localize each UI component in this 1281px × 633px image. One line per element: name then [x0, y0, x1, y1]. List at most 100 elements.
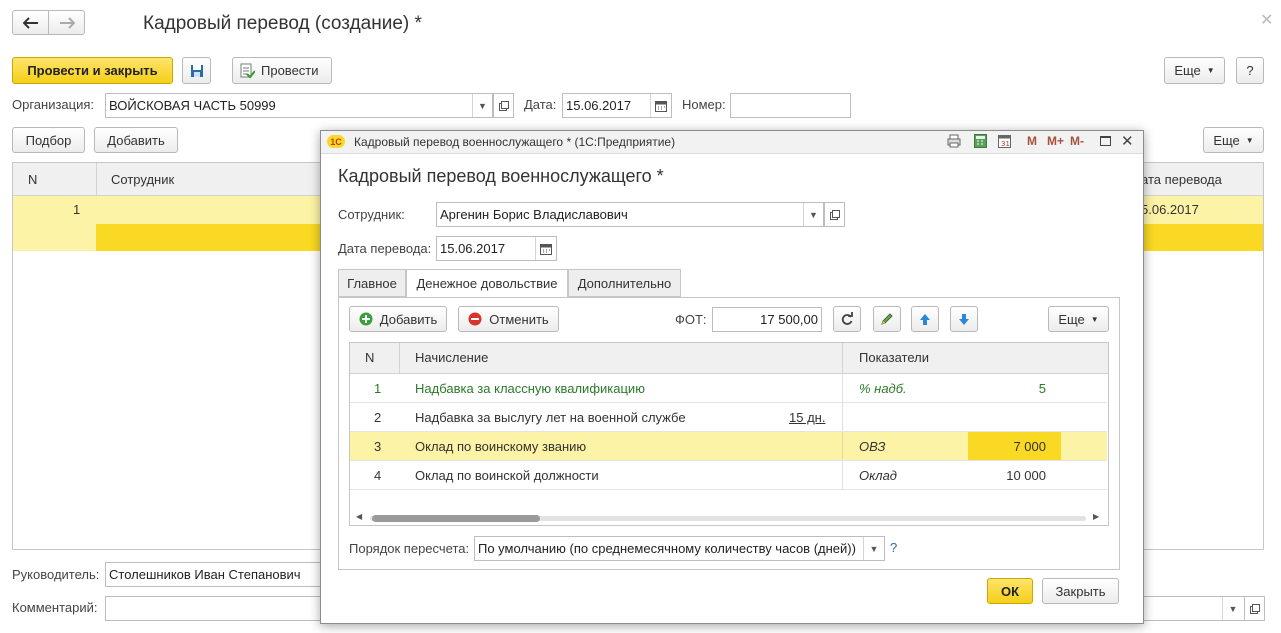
open-form-icon [498, 100, 509, 111]
table-more-button[interactable]: Еще ▼ [1203, 127, 1264, 153]
post-and-close-button[interactable]: Провести и закрыть [12, 57, 173, 84]
maximize-icon[interactable] [1100, 136, 1111, 146]
add-accrual-label: Добавить [379, 311, 438, 327]
forward-button[interactable] [48, 10, 85, 35]
organization-open-button[interactable] [493, 93, 514, 118]
comment-open-button[interactable] [1244, 596, 1265, 621]
col-n-header[interactable]: N [365, 350, 374, 365]
accruals-more-button[interactable]: Еще ▼ [1048, 306, 1109, 332]
date-label: Дата: [524, 97, 557, 112]
more-button[interactable]: Еще ▼ [1164, 57, 1225, 84]
table-row[interactable]: 4 Оклад по воинской должности Оклад 10 0… [350, 461, 1107, 490]
row-accrual: Надбавка за классную квалификацию [415, 380, 645, 396]
arrow-up-icon [920, 313, 930, 325]
comment-label: Комментарий: [12, 600, 98, 615]
post-button-label: Провести [261, 63, 319, 78]
scroll-right-icon[interactable]: ▶ [1093, 512, 1099, 521]
tab-allowance[interactable]: Денежное довольствие [406, 269, 568, 298]
save-button[interactable] [182, 57, 211, 84]
tab-additional[interactable]: Дополнительно [568, 269, 681, 297]
manager-field[interactable]: Столешников Иван Степанович [105, 562, 325, 587]
tab-panel: Добавить Отменить ФОТ: 17 500,00 Еще ▼ N… [338, 297, 1120, 570]
employee-field[interactable]: Аргенин Борис Владиславович [436, 202, 824, 227]
recalc-dropdown-button[interactable]: ▼ [863, 537, 884, 560]
organization-dropdown-button[interactable]: ▼ [472, 94, 492, 117]
fot-field[interactable]: 17 500,00 [712, 307, 822, 332]
tab-main[interactable]: Главное [338, 269, 406, 297]
table-row-selected[interactable]: 3 Оклад по воинскому званию ОВЗ 7 000 [350, 432, 1107, 461]
edit-button[interactable] [873, 306, 901, 332]
more-label: Еще [1174, 63, 1201, 78]
row-n: 2 [374, 409, 382, 425]
employee-open-button[interactable] [824, 202, 845, 227]
ok-button[interactable]: ОК [987, 578, 1033, 604]
recalc-help-link[interactable]: ? [890, 540, 897, 555]
date-value: 15.06.2017 [566, 98, 632, 113]
row-value: 10 000 [1006, 467, 1046, 483]
print-icon[interactable] [947, 134, 961, 151]
comment-dropdown-button[interactable]: ▼ [1222, 597, 1243, 620]
memory-plus-button[interactable]: M+ [1047, 134, 1064, 148]
col-separator [842, 343, 843, 373]
calendar-button[interactable] [650, 94, 671, 117]
add-button[interactable]: Добавить [94, 127, 178, 153]
row-date: 5.06.2017 [1141, 202, 1199, 217]
move-up-button[interactable] [911, 306, 939, 332]
transfer-date-value: 15.06.2017 [440, 241, 506, 256]
back-button[interactable] [12, 10, 49, 35]
row-extra-link[interactable]: 15 дн. [789, 403, 825, 431]
close-icon[interactable]: ✕ [1260, 10, 1273, 30]
dropdown-arrow-icon: ▼ [1090, 314, 1099, 324]
row-accrual: Оклад по воинской должности [415, 467, 599, 483]
recalc-field[interactable]: По умолчанию (по среднемесячному количес… [474, 536, 885, 561]
1c-logo-icon: 1С [327, 135, 345, 148]
row-value [968, 403, 1046, 431]
svg-text:31: 31 [1001, 140, 1010, 148]
move-down-button[interactable] [950, 306, 978, 332]
calendar-icon [655, 100, 667, 112]
close-icon[interactable]: ✕ [1121, 132, 1134, 150]
post-button[interactable]: Провести [232, 57, 332, 84]
col-accrual-header[interactable]: Начисление [415, 350, 488, 365]
accruals-more-label: Еще [1058, 311, 1085, 327]
table-row[interactable]: 2 Надбавка за выслугу лет на военной слу… [350, 403, 1107, 432]
horizontal-scrollbar[interactable]: ◀ ▶ [350, 511, 1108, 525]
scrollbar-thumb[interactable] [372, 515, 540, 522]
calculator-icon[interactable] [974, 134, 987, 151]
table-more-label: Еще [1213, 132, 1240, 148]
scroll-left-icon[interactable]: ◀ [356, 512, 362, 521]
row-indicator: ОВЗ [859, 438, 886, 454]
dropdown-arrow-icon: ▼ [1206, 66, 1215, 75]
select-button[interactable]: Подбор [12, 127, 85, 153]
transfer-calendar-button[interactable] [535, 237, 556, 260]
open-form-icon [829, 209, 840, 220]
col-employee-header[interactable]: Сотрудник [111, 172, 174, 187]
calendar-icon[interactable]: 31 [998, 134, 1011, 151]
row-accrual: Надбавка за выслугу лет на военной служб… [415, 409, 686, 425]
col-indicators-header[interactable]: Показатели [859, 350, 929, 365]
post-document-icon [240, 63, 255, 78]
number-field[interactable] [730, 93, 851, 118]
row-indicator: % надб. [859, 380, 907, 396]
memory-button[interactable]: M [1027, 134, 1037, 148]
employee-value: Аргенин Борис Владиславович [440, 207, 628, 222]
row-n: 4 [374, 467, 382, 483]
col-n-header[interactable]: N [28, 172, 37, 187]
memory-minus-button[interactable]: M- [1070, 134, 1084, 148]
table-row[interactable]: 1 Надбавка за классную квалификацию % на… [350, 374, 1107, 403]
page-title: Кадровый перевод (создание) * [143, 13, 422, 34]
organization-field[interactable]: ВОЙСКОВАЯ ЧАСТЬ 50999 [105, 93, 493, 118]
arrow-down-icon [959, 313, 969, 325]
add-accrual-button[interactable]: Добавить [349, 306, 447, 332]
accruals-grid: N Начисление Показатели 1 Надбавка за кл… [349, 342, 1109, 526]
employee-dropdown-button[interactable]: ▼ [803, 203, 823, 226]
help-button[interactable]: ? [1236, 57, 1264, 84]
transfer-dialog: 1С Кадровый перевод военнослужащего * (1… [320, 130, 1144, 624]
col-date-header[interactable]: ата перевода [1141, 172, 1222, 187]
cancel-accrual-button[interactable]: Отменить [458, 306, 559, 332]
col-separator [842, 461, 843, 489]
row-n: 1 [73, 202, 81, 217]
number-label: Номер: [682, 97, 726, 112]
refresh-button[interactable] [833, 306, 861, 332]
close-button[interactable]: Закрыть [1042, 578, 1119, 604]
